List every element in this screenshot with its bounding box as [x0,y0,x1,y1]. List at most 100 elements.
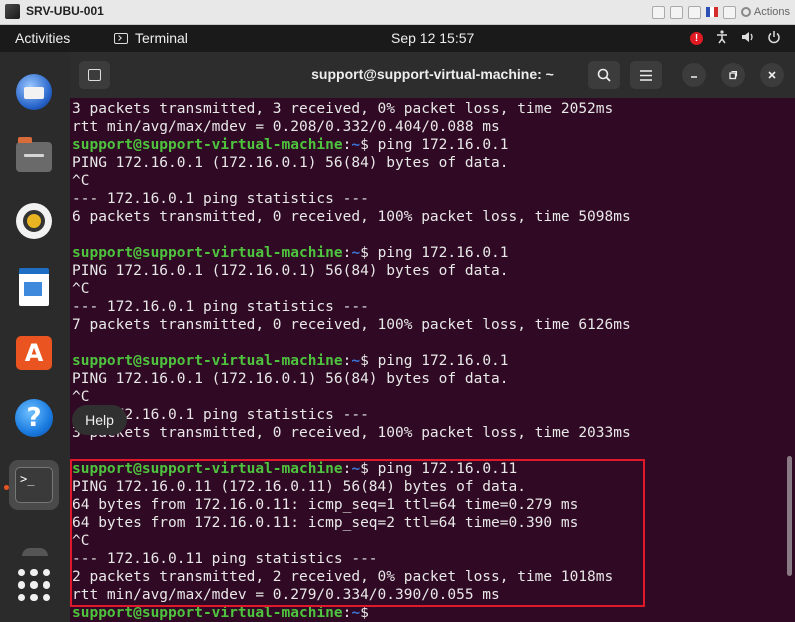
prompt-path: ~ [351,353,361,369]
prompt-symbol: $ [360,245,378,261]
app-menu-label: Terminal [135,30,188,46]
power-icon[interactable] [767,30,781,47]
thunderbird-icon [16,74,52,110]
dock-item-terminal[interactable]: >_ [9,460,59,510]
output-line: ^C [72,389,90,405]
output-line: PING 172.16.0.11 (172.16.0.11) 56(84) by… [72,479,526,495]
command-text: ping 172.16.0.11 [377,461,518,477]
vm-window-icon[interactable] [669,5,683,19]
output-line: --- 172.16.0.1 ping statistics --- [72,191,369,207]
vm-app-icon [5,4,20,19]
activities-button[interactable]: Activities [15,30,70,46]
output-line: PING 172.16.0.1 (172.16.0.1) 56(84) byte… [72,263,509,279]
app-menu[interactable]: Terminal [114,30,188,46]
files-icon [16,137,52,172]
close-button[interactable] [760,63,784,87]
show-apps-button[interactable] [9,560,59,610]
clock[interactable]: Sep 12 15:57 [391,30,474,46]
output-line: 6 packets transmitted, 0 received, 100% … [72,209,631,225]
dock-item-thunderbird[interactable] [9,67,59,117]
prompt-line: support@support-virtual-machine:~$ ping … [72,460,631,478]
search-icon [597,68,611,82]
terminal-lines: 3 packets transmitted, 3 received, 0% pa… [72,100,631,622]
terminal-output[interactable]: 3 packets transmitted, 3 received, 0% pa… [70,98,795,622]
output-line: ^C [72,173,90,189]
prompt-user: support@support-virtual-machine [72,605,343,621]
prompt-symbol: $ [360,461,378,477]
output-line: 2 packets transmitted, 2 received, 0% pa… [72,569,614,585]
output-line: --- 172.16.0.11 ping statistics --- [72,551,378,567]
output-line: rtt min/avg/max/mdev = 0.279/0.334/0.390… [72,587,500,603]
app-center-icon: A [16,336,52,370]
prompt-line: support@support-virtual-machine:~$ ping … [72,136,631,154]
terminal-icon: >_ [15,467,53,503]
dock-separator [22,548,48,556]
prompt-symbol: $ [360,353,378,369]
prompt-user: support@support-virtual-machine [72,353,343,369]
vm-window-icon[interactable] [687,5,701,19]
dock-item-app-center[interactable]: A [9,328,59,378]
vm-window-icon[interactable] [722,5,736,19]
restore-icon [729,70,738,80]
prompt-line: support@support-virtual-machine:~$ [72,604,631,622]
new-tab-icon [88,69,101,81]
alert-icon[interactable]: ! [690,32,703,45]
minimize-icon [691,76,697,78]
output-line: 64 bytes from 172.16.0.11: icmp_seq=1 tt… [72,497,579,513]
system-tray[interactable]: ! [690,30,781,47]
output-line: rtt min/avg/max/mdev = 0.208/0.332/0.404… [72,119,500,135]
help-icon: ? [15,399,53,437]
gear-icon [740,7,751,17]
prompt-line: support@support-virtual-machine:~$ ping … [72,244,631,262]
command-text: ping 172.16.0.1 [377,245,509,261]
dock: A ? >_ [0,52,70,622]
prompt-line: support@support-virtual-machine:~$ ping … [72,352,631,370]
output-line: PING 172.16.0.1 (172.16.0.1) 56(84) byte… [72,371,509,387]
prompt-path: ~ [351,245,361,261]
output-line: 3 packets transmitted, 0 received, 100% … [72,425,631,441]
dock-item-files[interactable] [9,132,59,182]
running-indicator [4,485,9,490]
new-tab-button[interactable] [79,61,110,89]
terminal-scrollbar[interactable] [787,456,792,576]
dock-item-help[interactable]: ? [9,393,59,443]
output-line: 7 packets transmitted, 0 received, 100% … [72,317,631,333]
output-line: --- 172.16.0.1 ping statistics --- [72,299,369,315]
vm-toolbar: Actions [651,4,790,20]
libreoffice-writer-icon [19,268,49,306]
prompt-symbol: $ [360,137,378,153]
show-apps-icon [18,569,50,601]
volume-icon[interactable] [741,30,755,47]
prompt-user: support@support-virtual-machine [72,245,343,261]
help-tooltip: Help [72,405,127,435]
top-panel: Activities Terminal Sep 12 15:57 ! [0,25,795,52]
output-line: ^C [72,533,90,549]
dock-item-writer[interactable] [9,262,59,312]
output-line: 3 packets transmitted, 3 received, 0% pa… [72,101,614,117]
output-line: PING 172.16.0.1 (172.16.0.1) 56(84) byte… [72,155,509,171]
vm-window-titlebar: SRV-UBU-001 Actions [0,0,795,25]
accessibility-icon[interactable] [715,30,729,47]
output-line: --- 172.16.0.1 ping statistics --- [72,407,369,423]
dock-item-rhythmbox[interactable] [9,196,59,246]
prompt-user: support@support-virtual-machine [72,461,343,477]
minimize-button[interactable] [682,63,706,87]
terminal-icon [114,32,128,44]
vm-actions-menu[interactable]: Actions [740,6,790,18]
prompt-user: support@support-virtual-machine [72,137,343,153]
search-button[interactable] [588,61,620,89]
maximize-button[interactable] [721,63,745,87]
output-line: 64 bytes from 172.16.0.11: icmp_seq=2 tt… [72,515,579,531]
command-text: ping 172.16.0.1 [377,353,509,369]
command-text: ping 172.16.0.1 [377,137,509,153]
vm-window-icon[interactable] [651,5,665,19]
vm-window-title: SRV-UBU-001 [26,4,104,18]
menu-button[interactable] [630,61,662,89]
vm-actions-label: Actions [753,6,790,18]
prompt-symbol: $ [360,605,378,621]
terminal-headerbar: support@support-virtual-machine: ~ [70,52,795,99]
keyboard-language-flag-icon[interactable] [705,7,718,17]
